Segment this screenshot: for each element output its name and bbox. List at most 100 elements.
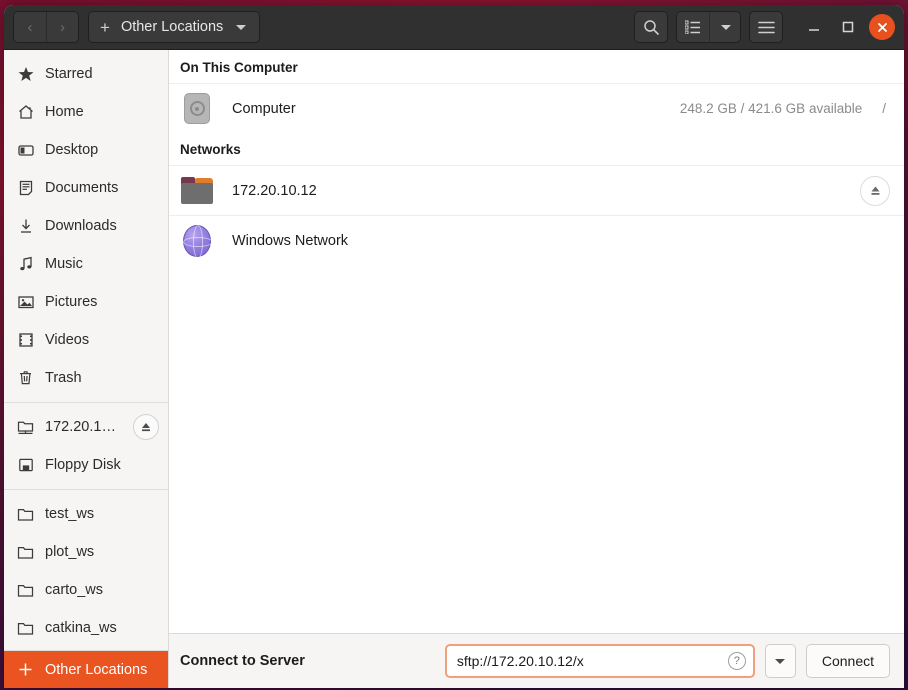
- location-meta: [860, 175, 890, 206]
- sidebar-item-downloads[interactable]: Downloads: [4, 207, 168, 245]
- minimize-icon: [809, 29, 819, 31]
- sidebar-item-label: carto_ws: [45, 582, 104, 598]
- hard-drive-icon: [180, 92, 214, 126]
- help-icon[interactable]: ?: [727, 652, 746, 670]
- sidebar-item-plot-ws[interactable]: plot_ws: [4, 533, 168, 571]
- home-icon: [17, 104, 34, 121]
- file-manager-window: ‹ › + Other Locations Starred Home Deskt…: [4, 5, 904, 688]
- path-bar-label: Other Locations: [120, 19, 224, 35]
- chevron-down-icon: [236, 24, 247, 30]
- view-options-button[interactable]: [710, 11, 741, 43]
- location-row-network-server[interactable]: 172.20.10.12: [169, 165, 904, 215]
- sidebar-item-label: plot_ws: [45, 544, 95, 560]
- sidebar-item-videos[interactable]: Videos: [4, 321, 168, 359]
- header-left-group: ‹ › + Other Locations: [13, 11, 261, 43]
- sidebar-item-starred[interactable]: Starred: [4, 55, 168, 93]
- sidebar-item-home[interactable]: Home: [4, 93, 168, 131]
- folder-icon: [17, 582, 34, 599]
- close-button[interactable]: [869, 14, 895, 40]
- list-view-button[interactable]: [676, 11, 710, 43]
- eject-button[interactable]: [860, 175, 890, 206]
- sidebar-item-catkina-ws[interactable]: catkina_ws: [4, 609, 168, 647]
- sidebar-item-carto-ws[interactable]: carto_ws: [4, 571, 168, 609]
- sidebar-item-label: Desktop: [45, 142, 99, 158]
- sidebar-item-other-locations[interactable]: Other Locations: [4, 650, 168, 688]
- eject-button[interactable]: [133, 414, 159, 440]
- folder-icon: [17, 620, 34, 637]
- sidebar-item-label: 172.20.1…: [45, 419, 116, 435]
- sidebar-divider-1: [4, 402, 168, 403]
- sidebar-item-label: Downloads: [45, 218, 117, 234]
- connect-to-server-label: Connect to Server: [180, 653, 305, 669]
- locations-list: On This Computer Computer 248.2 GB / 421…: [169, 50, 904, 633]
- sidebar-item-trash[interactable]: Trash: [4, 359, 168, 397]
- forward-button[interactable]: ›: [46, 12, 78, 42]
- sidebar-item-desktop[interactable]: Desktop: [4, 131, 168, 169]
- eject-icon: [871, 186, 879, 195]
- network-folder-icon: [180, 174, 214, 208]
- sidebar-item-documents[interactable]: Documents: [4, 169, 168, 207]
- location-row-computer[interactable]: Computer 248.2 GB / 421.6 GB available /: [169, 83, 904, 133]
- plus-icon: [17, 661, 34, 678]
- sidebar-item-label: Trash: [45, 370, 82, 386]
- server-history-dropdown-button[interactable]: [764, 644, 796, 678]
- hamburger-menu-icon: [757, 21, 775, 33]
- mount-point-text: /: [882, 101, 886, 116]
- header-bar: ‹ › + Other Locations: [4, 5, 904, 50]
- sidebar: Starred Home Desktop Documents Downloads…: [4, 50, 169, 688]
- floppy-disk-icon: [17, 457, 34, 474]
- connect-to-server-bar: Connect to Server sftp://172.20.10.12/x …: [169, 633, 904, 688]
- star-icon: [17, 66, 34, 83]
- sidebar-item-pictures[interactable]: Pictures: [4, 283, 168, 321]
- maximize-button[interactable]: [835, 14, 861, 40]
- group-header-networks: Networks: [169, 133, 904, 165]
- main-menu-button[interactable]: [749, 11, 783, 43]
- capacity-text: 248.2 GB / 421.6 GB available: [679, 101, 863, 116]
- sidebar-item-test-ws[interactable]: test_ws: [4, 495, 168, 533]
- minimize-button[interactable]: [801, 14, 827, 40]
- chevron-down-icon: [721, 24, 731, 30]
- network-drive-icon: [17, 419, 34, 436]
- sidebar-item-music[interactable]: Music: [4, 245, 168, 283]
- sidebar-item-label: Pictures: [45, 294, 98, 310]
- connect-button[interactable]: Connect: [805, 644, 890, 678]
- sidebar-item-label: Music: [45, 256, 83, 272]
- search-icon: [643, 19, 659, 35]
- videos-icon: [17, 332, 34, 349]
- location-name: Windows Network: [232, 232, 349, 249]
- windows-network-icon: [180, 224, 214, 259]
- sidebar-item-floppy-disk[interactable]: Floppy Disk: [4, 446, 168, 484]
- location-name: 172.20.10.12: [232, 182, 317, 199]
- pictures-icon: [17, 294, 34, 311]
- server-address-input[interactable]: sftp://172.20.10.12/x ?: [444, 644, 755, 678]
- back-icon: ‹: [27, 18, 33, 36]
- sidebar-item-network-drive[interactable]: 172.20.1…: [4, 408, 168, 446]
- maximize-icon: [842, 21, 854, 33]
- trash-icon: [17, 370, 34, 387]
- folder-icon: [17, 506, 34, 523]
- location-name: Computer: [232, 100, 296, 117]
- downloads-icon: [17, 218, 34, 235]
- path-bar-other-locations[interactable]: + Other Locations: [88, 11, 261, 43]
- forward-icon: ›: [60, 18, 65, 36]
- chevron-down-icon: [775, 658, 786, 664]
- location-meta: 248.2 GB / 421.6 GB available /: [680, 101, 890, 116]
- sidebar-divider-2: [4, 489, 168, 490]
- close-icon: [877, 22, 887, 32]
- back-button[interactable]: ‹: [14, 12, 46, 42]
- sidebar-item-label: catkina_ws: [45, 620, 117, 636]
- sidebar-item-label: Floppy Disk: [45, 457, 121, 473]
- sidebar-item-label: Home: [45, 104, 84, 120]
- music-icon: [17, 256, 34, 273]
- sidebar-item-label: Documents: [45, 180, 119, 196]
- list-view-icon: [685, 20, 700, 34]
- view-mode-group: [676, 11, 741, 43]
- sidebar-item-label: test_ws: [45, 506, 95, 522]
- sidebar-item-label: Other Locations: [45, 661, 148, 678]
- connect-button-label: Connect: [821, 653, 874, 669]
- location-row-windows-network[interactable]: Windows Network: [169, 215, 904, 265]
- sidebar-item-label: Videos: [45, 332, 90, 348]
- header-right-group: [634, 11, 895, 43]
- navigation-button-group: ‹ ›: [13, 11, 79, 43]
- search-button[interactable]: [634, 11, 668, 43]
